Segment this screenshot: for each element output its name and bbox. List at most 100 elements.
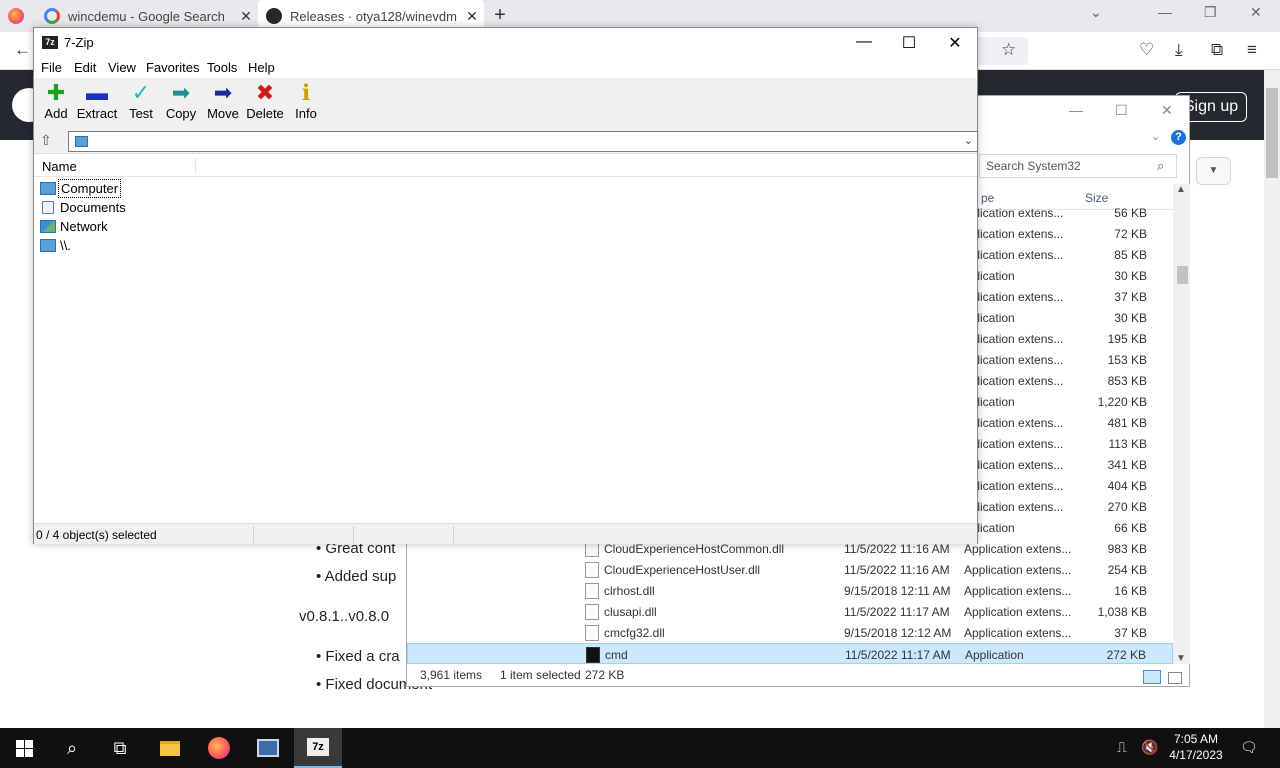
volume-muted-icon[interactable]: 🔇 bbox=[1141, 739, 1158, 756]
chevron-down-icon[interactable]: ⌄ bbox=[1151, 130, 1160, 143]
list-item-documents[interactable]: Documents bbox=[40, 198, 128, 217]
scroll-down-icon[interactable]: ▼ bbox=[1176, 653, 1186, 664]
maximize-icon[interactable]: ☐ bbox=[1115, 102, 1128, 119]
path-combobox[interactable]: ⌄ bbox=[68, 131, 978, 152]
close-tab-icon[interactable]: ✕ bbox=[460, 8, 484, 25]
list-item-network[interactable]: Network bbox=[40, 217, 110, 236]
taskbar-app[interactable] bbox=[244, 728, 292, 768]
scroll-thumb[interactable] bbox=[1177, 266, 1188, 284]
task-view-icon: ⧉ bbox=[113, 737, 127, 758]
file-list-scrollbar[interactable]: ▲ ▼ bbox=[1173, 184, 1190, 664]
file-type: Application extens... bbox=[964, 605, 1072, 619]
task-view-button[interactable]: ⧉ bbox=[96, 728, 144, 768]
extensions-icon[interactable]: ⧉ bbox=[1211, 40, 1223, 60]
menu-view[interactable]: View bbox=[108, 60, 136, 75]
list-item-computer[interactable]: Computer bbox=[40, 179, 122, 198]
add-icon: ✚ bbox=[46, 80, 66, 105]
chevron-down-icon[interactable]: ⌄ bbox=[964, 134, 973, 147]
file-row[interactable]: cmcfg32.dll 9/15/2018 12:12 AM Application… bbox=[407, 622, 1173, 643]
file-size: 1,220 KB bbox=[1097, 395, 1147, 409]
file-size: 37 KB bbox=[1114, 290, 1147, 304]
column-divider[interactable] bbox=[195, 158, 196, 174]
large-icons-view-icon[interactable] bbox=[1167, 672, 1182, 684]
file-row[interactable]: cmd 11/5/2022 11:17 AM Application 272 KB bbox=[407, 643, 1173, 664]
item-label: Network bbox=[60, 219, 108, 234]
list-item-device[interactable]: \\. bbox=[40, 236, 73, 255]
toolbar-label: Info bbox=[295, 106, 317, 121]
file-date: 9/15/2018 12:12 AM bbox=[844, 626, 952, 640]
bookmark-star-icon[interactable]: ☆ bbox=[1001, 40, 1016, 60]
test-button[interactable]: ✓ Test bbox=[119, 80, 163, 122]
dropdown-button[interactable]: ▼ bbox=[1196, 157, 1231, 185]
taskbar-firefox[interactable] bbox=[195, 728, 243, 768]
file-size: 1,038 KB bbox=[1097, 605, 1147, 619]
add-button[interactable]: ✚ Add bbox=[34, 80, 78, 122]
file-type: Application extens... bbox=[964, 584, 1072, 598]
menu-tools[interactable]: Tools bbox=[207, 60, 237, 75]
restore-icon[interactable]: ❐ bbox=[1204, 4, 1217, 21]
github-icon bbox=[266, 8, 282, 24]
close-icon[interactable]: ✕ bbox=[943, 33, 967, 53]
file-date: 9/15/2018 12:11 AM bbox=[844, 584, 951, 598]
taskbar-7zip[interactable]: 7z bbox=[294, 728, 342, 768]
file-date: 11/5/2022 11:17 AM bbox=[845, 648, 951, 662]
close-tab-icon[interactable]: ✕ bbox=[234, 8, 258, 25]
menu-help[interactable]: Help bbox=[248, 60, 275, 75]
page-scroll-thumb[interactable] bbox=[1266, 88, 1278, 178]
menu-favorites[interactable]: Favorites bbox=[146, 60, 199, 75]
close-icon[interactable]: ✕ bbox=[1161, 102, 1173, 119]
file-type: pplication extens... bbox=[964, 458, 1064, 472]
minimize-icon[interactable]: — bbox=[1158, 4, 1172, 20]
minimize-icon[interactable]: — bbox=[852, 33, 876, 51]
file-row[interactable]: clusapi.dll 11/5/2022 11:17 AM Application… bbox=[407, 601, 1173, 622]
search-button[interactable]: ⌕ bbox=[48, 728, 96, 768]
toolbar-label: Test bbox=[129, 106, 153, 121]
maximize-icon[interactable]: ☐ bbox=[897, 33, 921, 53]
scroll-up-icon[interactable]: ▲ bbox=[1176, 184, 1186, 195]
search-icon[interactable]: ⌕ bbox=[1157, 158, 1164, 174]
close-icon[interactable]: ✕ bbox=[1250, 4, 1262, 21]
extract-button[interactable]: ▬ Extract bbox=[75, 82, 119, 122]
move-icon: ➡ bbox=[213, 80, 233, 105]
new-tab-button[interactable]: + bbox=[488, 4, 512, 28]
notifications-icon[interactable]: 🗨 bbox=[1240, 739, 1258, 756]
minimize-icon[interactable]: — bbox=[1069, 102, 1083, 118]
info-button[interactable]: ℹ Info bbox=[284, 82, 328, 122]
7zip-window[interactable]: 7z 7-Zip — ☐ ✕ File Edit View Favorites … bbox=[33, 27, 978, 544]
pocket-icon[interactable]: ♡ bbox=[1139, 40, 1154, 60]
move-button[interactable]: ➡ Move bbox=[201, 80, 245, 122]
item-count: 3,961 items bbox=[420, 668, 483, 682]
file-size: 254 KB bbox=[1107, 563, 1147, 577]
file-row[interactable]: CloudExperienceHostUser.dll 11/5/2022 11:… bbox=[407, 559, 1173, 580]
details-view-icon[interactable] bbox=[1143, 670, 1161, 684]
downloads-icon[interactable]: ⤓ bbox=[1175, 40, 1183, 60]
help-icon[interactable]: ? bbox=[1171, 130, 1186, 145]
network-icon[interactable]: ⎍ bbox=[1117, 739, 1127, 756]
toolbar-label: Extract bbox=[76, 106, 118, 121]
toolbar: ✚ Add ▬ Extract ✓ Test ➡ Copy ➡ Move ✖ Delete ℹ Info bbox=[34, 78, 977, 128]
cmd-icon bbox=[586, 647, 600, 663]
search-input[interactable]: Search System32 bbox=[979, 154, 1177, 178]
taskbar-file-explorer[interactable] bbox=[146, 728, 194, 768]
clock[interactable]: 7:05 AM 4/17/2023 bbox=[1168, 731, 1224, 763]
explorer-statusbar: 3,961 items 1 item selected 272 KB bbox=[407, 664, 1189, 686]
test-icon: ✓ bbox=[131, 80, 151, 105]
list-tabs-icon[interactable]: ⌄ bbox=[1090, 4, 1102, 21]
7zip-app-icon: 7z bbox=[307, 738, 329, 756]
tab-title: wincdemu - Google Search bbox=[68, 8, 225, 24]
column-name[interactable]: Name bbox=[42, 159, 77, 174]
menu-icon[interactable]: ≡ bbox=[1247, 40, 1257, 60]
start-button[interactable] bbox=[0, 728, 48, 768]
dll-file-icon bbox=[585, 604, 599, 620]
menu-file[interactable]: File bbox=[41, 60, 62, 75]
file-size: 341 KB bbox=[1107, 458, 1147, 472]
copy-button[interactable]: ➡ Copy bbox=[159, 82, 203, 122]
7zip-app-icon: 7z bbox=[42, 36, 58, 49]
back-icon[interactable]: ← bbox=[14, 40, 31, 60]
menu-edit[interactable]: Edit bbox=[74, 60, 96, 75]
file-size: 853 KB bbox=[1107, 374, 1147, 388]
file-row[interactable]: clrhost.dll 9/15/2018 12:11 AM Application… bbox=[407, 580, 1173, 601]
delete-button[interactable]: ✖ Delete bbox=[243, 82, 287, 122]
up-folder-icon[interactable]: ⇧ bbox=[40, 132, 52, 149]
status-divider bbox=[253, 526, 254, 543]
